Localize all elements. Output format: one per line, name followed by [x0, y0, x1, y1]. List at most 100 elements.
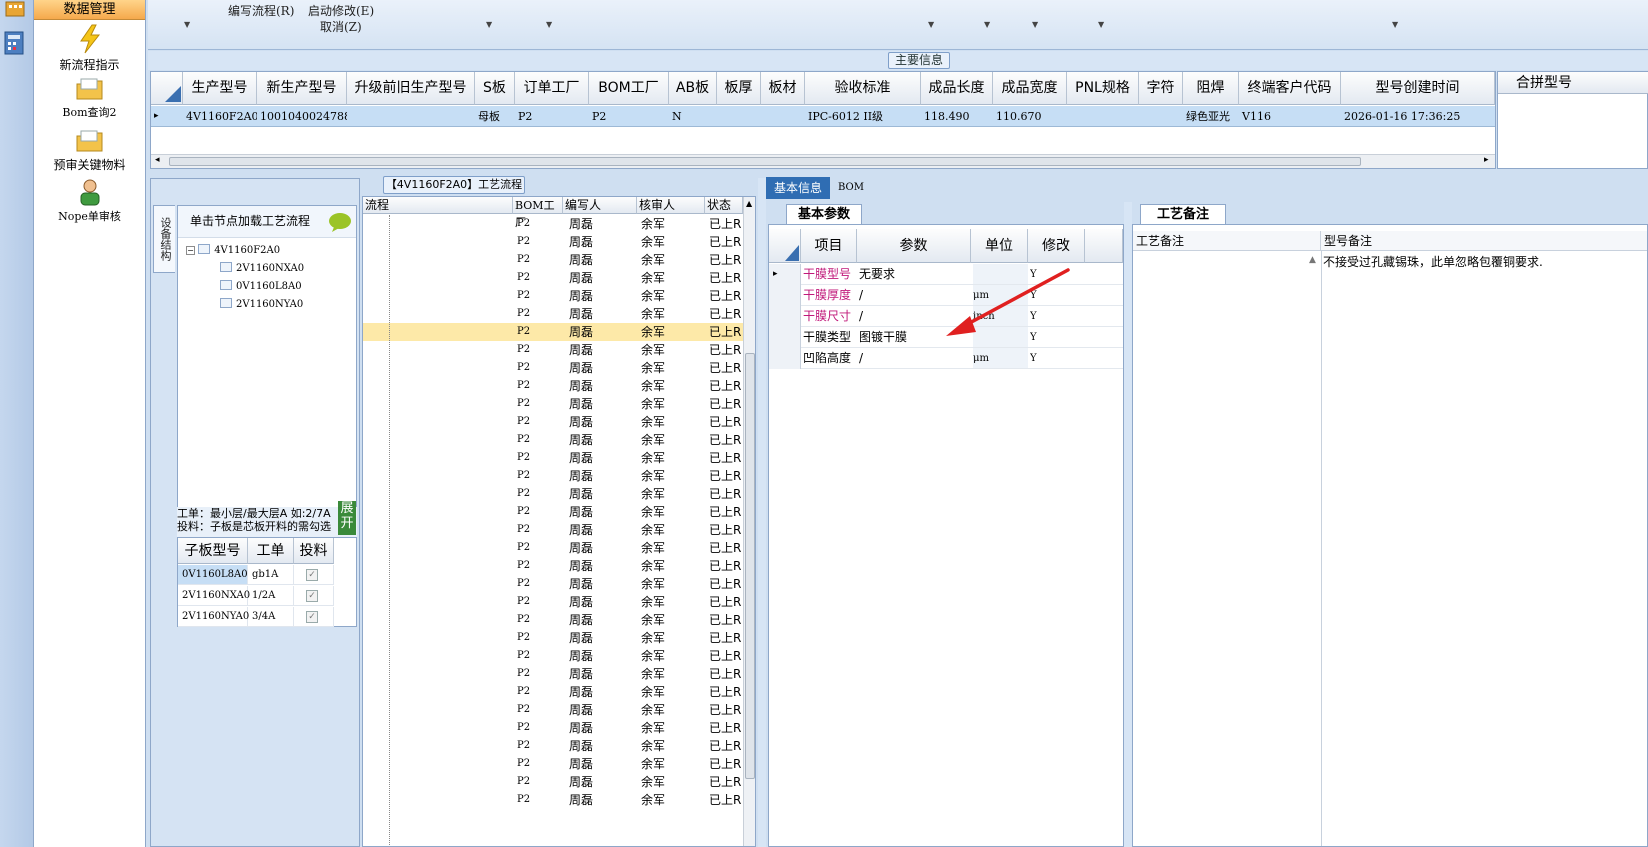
process-row[interactable]: 沉铜1P2周磊余军已上R	[363, 233, 743, 251]
process-row[interactable]: 钻孔1P2周磊余军已上R	[363, 647, 743, 665]
col-header[interactable]: 子板型号	[178, 538, 248, 564]
process-row[interactable]: − 电镀P2周磊余军已上R	[363, 251, 743, 269]
col-header[interactable]: 字符	[1139, 72, 1183, 105]
process-row[interactable]: 沉铜2P2周磊余军已上R	[363, 701, 743, 719]
param-row[interactable]: 凹陷高度 / μm Y	[769, 348, 1123, 369]
cell-sub-model[interactable]: 2V1160NYA0	[178, 607, 249, 627]
process-row[interactable]: 塞孔AOIP2周磊余军已上R	[363, 575, 743, 593]
cell-new-model[interactable]: 10010400247881	[257, 106, 347, 127]
model-note-text[interactable]: 不接受过孔藏锡珠，此单忽略包覆铜要求.	[1323, 253, 1543, 270]
col-header[interactable]: 投料	[294, 538, 334, 564]
start-modify-button[interactable]: 启动修改(E)	[308, 2, 374, 19]
process-row[interactable]: − 陶瓷磨板P2周磊余军已上R	[363, 521, 743, 539]
process-row[interactable]: − 外层干膜P2周磊余军已上R	[363, 287, 743, 305]
process-row[interactable]: X-Ray冲孔1P2周磊余军已上R	[363, 611, 743, 629]
write-process-button[interactable]: 编写流程(R)	[228, 2, 294, 19]
dropdown-arrow-icon[interactable]: ▼	[1392, 20, 1398, 29]
process-row[interactable]: − AOIP2周磊余军已上R	[363, 557, 743, 575]
col-header[interactable]: 工单	[248, 538, 294, 564]
checkbox[interactable]: ✓	[306, 569, 318, 581]
col-header[interactable]: 成品宽度	[993, 72, 1067, 105]
nav-item-prereview-material[interactable]: 预审关键物料	[34, 130, 145, 173]
cell-thickness[interactable]	[717, 106, 761, 127]
cell-model[interactable]: 4V1160F2A0	[183, 106, 257, 127]
nav-item-bom-query[interactable]: Bom查询2	[34, 78, 145, 120]
col-header[interactable]: 板厚	[717, 72, 761, 105]
cell-solder[interactable]: 绿色亚光	[1183, 106, 1239, 127]
process-row[interactable]: − 钻孔1P2周磊余军已上R	[363, 629, 743, 647]
process-row[interactable]: 阻焊前处理P2周磊余军已上R	[363, 467, 743, 485]
col-header[interactable]: BOM工厂	[589, 72, 669, 105]
process-row[interactable]: 贴膜P2周磊余军已上R	[363, 323, 743, 341]
collapse-icon[interactable]: −	[186, 246, 195, 255]
cell-customer[interactable]: V116	[1239, 106, 1341, 127]
process-row[interactable]: − 电镀1P2周磊余军已上R	[363, 719, 743, 737]
process-row[interactable]: − 图形电镀P2周磊余军已上R	[363, 377, 743, 395]
process-row[interactable]: − 树脂塞孔P2周磊余军已上R	[363, 449, 743, 467]
tree-node[interactable]: 2V1160NXA0	[220, 262, 304, 274]
cell-order-factory[interactable]: P2	[515, 106, 589, 127]
scroll-up-icon[interactable]: ▲	[1309, 255, 1316, 265]
process-row[interactable]: 镀孔P2周磊余军已上R	[363, 395, 743, 413]
col-header[interactable]: BOM工厂	[513, 197, 563, 229]
process-row[interactable]: 板镀1P2周磊余军已上R	[363, 737, 743, 755]
checkbox[interactable]: ✓	[306, 611, 318, 623]
process-row[interactable]: − 外层干膜1P2周磊余军已上R	[363, 755, 743, 773]
cell-sub-check[interactable]: ✓	[294, 586, 334, 606]
checkbox[interactable]: ✓	[306, 590, 318, 602]
cell-material[interactable]	[761, 106, 805, 127]
scroll-left-icon[interactable]: ◂	[155, 155, 160, 165]
scroll-thumb[interactable]	[745, 353, 755, 779]
vertical-scrollbar[interactable]: ▲	[743, 197, 755, 846]
process-row[interactable]: 退膜P2周磊余军已上R	[363, 431, 743, 449]
dropdown-arrow-icon[interactable]: ▼	[1032, 20, 1038, 29]
col-header[interactable]: 核审人	[637, 197, 705, 214]
col-header[interactable]: 订单工厂	[515, 72, 589, 105]
nav-item-nope-review[interactable]: Nope单审核	[34, 178, 145, 224]
tab-basic-params[interactable]: 基本参数	[786, 204, 862, 224]
col-header[interactable]: 阻焊	[1183, 72, 1239, 105]
col-header[interactable]: 型号创建时间	[1341, 72, 1495, 105]
col-header[interactable]: 单位	[971, 229, 1028, 263]
cell-sub-order[interactable]: 3/4A	[248, 607, 294, 627]
tree-node[interactable]: 2V1160NYA0	[220, 298, 303, 310]
splitter[interactable]	[1124, 202, 1132, 847]
cell-pnl[interactable]	[1067, 106, 1139, 127]
col-header[interactable]: 验收标准	[805, 72, 921, 105]
cell-bom-factory[interactable]: P2	[589, 106, 669, 127]
splitter[interactable]	[148, 170, 1648, 177]
col-header[interactable]: AB板	[669, 72, 717, 105]
cell-s-board[interactable]: 母板	[475, 106, 515, 127]
calculator-icon[interactable]	[3, 30, 27, 55]
process-row[interactable]: 树脂塞孔P2周磊余军已上R	[363, 485, 743, 503]
col-header[interactable]: 流程	[363, 197, 513, 214]
process-row[interactable]: 去毛刺1P2周磊余军已上R	[363, 215, 743, 233]
cell-old-model[interactable]	[347, 106, 475, 127]
col-header[interactable]: 终端客户代码	[1239, 72, 1341, 105]
process-row[interactable]: 外层前处理P2周磊余军已上R	[363, 305, 743, 323]
dropdown-arrow-icon[interactable]: ▼	[1098, 20, 1104, 29]
cell-sub-check[interactable]: ✓	[294, 607, 334, 627]
scroll-up-icon[interactable]: ▲	[746, 199, 752, 208]
cell-width[interactable]: 110.670	[993, 106, 1067, 127]
process-row[interactable]: 显影P2周磊余军已上R	[363, 359, 743, 377]
col-header[interactable]: 升级前旧生产型号	[347, 72, 475, 105]
col-header[interactable]: 板材	[761, 72, 805, 105]
process-row[interactable]: 板镀P2周磊余军已上R	[363, 269, 743, 287]
cell-char[interactable]	[1139, 106, 1183, 127]
tree-node[interactable]: 0V1160L8A0	[220, 280, 302, 292]
col-header[interactable]: 状态	[705, 197, 743, 214]
tab-structure[interactable]: 设备结构	[153, 205, 175, 273]
tab-bom[interactable]: BOM	[838, 177, 864, 199]
cell-sub-model[interactable]: 0V1160L8A0	[178, 565, 248, 585]
dropdown-arrow-icon[interactable]: ▼	[546, 20, 552, 29]
process-row[interactable]: 曝光P2周磊余军已上R	[363, 341, 743, 359]
process-row[interactable]: − 沉铜2P2周磊余军已上R	[363, 665, 743, 683]
col-header[interactable]: 新生产型号	[257, 72, 347, 105]
process-row[interactable]: − 外层蚀刻P2周磊余军已上R	[363, 413, 743, 431]
dropdown-arrow-icon[interactable]: ▼	[184, 20, 190, 29]
cell-created[interactable]: 2026-01-16 17:36:25	[1341, 106, 1495, 127]
process-row[interactable]: − 层压1P2周磊余军已上R	[363, 593, 743, 611]
dropdown-arrow-icon[interactable]: ▼	[928, 20, 934, 29]
col-header[interactable]: PNL规格	[1067, 72, 1139, 105]
